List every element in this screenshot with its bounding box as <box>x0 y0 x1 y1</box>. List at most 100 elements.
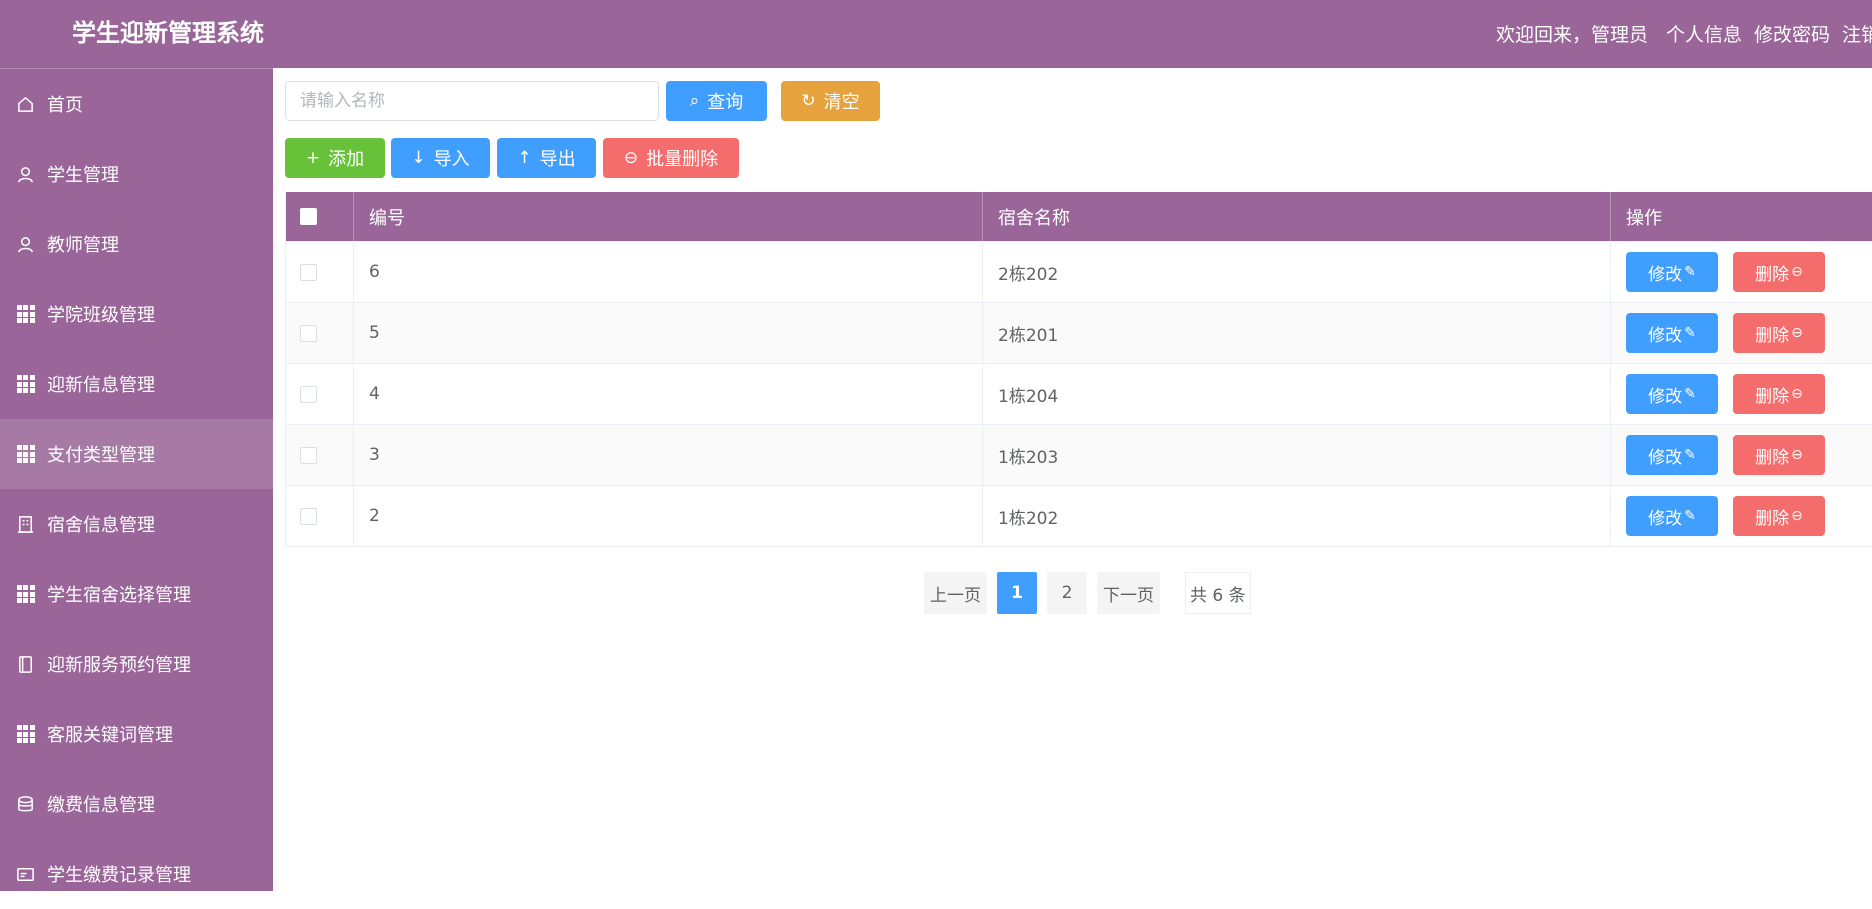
column-header-name[interactable]: 宿舍名称 <box>983 192 1611 241</box>
grid-icon <box>15 304 36 325</box>
grid-icon <box>15 584 36 605</box>
table-row: 2 1栋202 修改 ✎ 删除 ⊖ <box>286 485 1872 546</box>
sidebar-item-label: 首页 <box>47 95 83 116</box>
edit-button[interactable]: 修改 ✎ <box>1626 435 1718 475</box>
row-checkbox[interactable] <box>300 507 317 525</box>
edit-button-label: 修改 <box>1648 325 1683 346</box>
sidebar-item-fees[interactable]: 缴费信息管理 <box>0 769 273 839</box>
row-checkbox[interactable] <box>300 324 317 342</box>
sidebar-item-students[interactable]: 学生管理 <box>0 139 273 209</box>
notebook-icon <box>15 654 36 675</box>
export-button-label: 导出 <box>539 149 576 170</box>
table-row: 3 1栋203 修改 ✎ 删除 ⊖ <box>286 424 1872 485</box>
row-checkbox[interactable] <box>300 263 317 281</box>
import-button-label: 导入 <box>433 149 470 170</box>
import-button[interactable]: ↓ 导入 <box>391 138 490 178</box>
clear-button[interactable]: ↻ 清空 <box>781 81 880 121</box>
edit-button-label: 修改 <box>1648 508 1683 529</box>
sidebar-item-payment-types[interactable]: 支付类型管理 <box>0 419 273 489</box>
arrow-down-icon: ↓ <box>411 148 426 168</box>
batch-delete-button[interactable]: ⊖ 批量删除 <box>603 138 739 178</box>
grid-icon <box>15 444 36 465</box>
sidebar-item-home[interactable]: 首页 <box>0 69 273 139</box>
delete-button[interactable]: 删除 ⊖ <box>1733 313 1825 353</box>
cell-name: 1栋202 <box>983 486 1611 546</box>
delete-button[interactable]: 删除 ⊖ <box>1733 252 1825 292</box>
edit-button[interactable]: 修改 ✎ <box>1626 313 1718 353</box>
sidebar-item-label: 宿舍信息管理 <box>47 515 155 536</box>
delete-button[interactable]: 删除 ⊖ <box>1733 435 1825 475</box>
page-button-2[interactable]: 2 <box>1047 572 1087 614</box>
next-page-button[interactable]: 下一页 <box>1097 572 1160 614</box>
sidebar-item-dormitories[interactable]: 宿舍信息管理 <box>0 489 273 559</box>
logout-link[interactable]: 注销 <box>1842 20 1872 47</box>
cell-name: 2栋202 <box>983 242 1611 302</box>
refresh-icon: ↻ <box>801 91 816 111</box>
cell-id: 3 <box>354 425 983 485</box>
sidebar-item-label: 学生缴费记录管理 <box>47 865 191 886</box>
app-title: 学生迎新管理系统 <box>72 19 264 47</box>
cell-name: 1栋204 <box>983 364 1611 424</box>
query-button[interactable]: ⌕ 查询 <box>666 81 767 121</box>
remove-circle-icon: ⊖ <box>1791 447 1803 463</box>
dormitory-table: 编号 宿舍名称 操作 6 2栋202 修改 ✎ 删除 ⊖ 5 2栋201 修改 ✎ 删… <box>285 192 1872 547</box>
user-area: 欢迎回来，管理员 个人信息 修改密码 注销 <box>1496 0 1872 66</box>
edit-button[interactable]: 修改 ✎ <box>1626 252 1718 292</box>
grid-icon <box>15 724 36 745</box>
select-all-checkbox[interactable] <box>300 208 317 225</box>
sidebar-item-label: 迎新服务预约管理 <box>47 655 191 676</box>
search-icon: ⌕ <box>689 91 700 111</box>
remove-circle-icon: ⊖ <box>1791 325 1803 341</box>
search-input[interactable] <box>285 81 659 121</box>
sidebar-item-payment-records[interactable]: 学生缴费记录管理 <box>0 839 273 909</box>
delete-button-label: 删除 <box>1755 508 1790 529</box>
card-icon <box>15 864 36 885</box>
page-button-1[interactable]: 1 <box>997 572 1037 614</box>
delete-button[interactable]: 删除 ⊖ <box>1733 496 1825 536</box>
export-button[interactable]: ↑ 导出 <box>497 138 596 178</box>
prev-page-button[interactable]: 上一页 <box>924 572 987 614</box>
column-header-id[interactable]: 编号 <box>354 192 983 241</box>
row-checkbox[interactable] <box>300 385 317 403</box>
total-count: 共 6 条 <box>1185 572 1251 614</box>
cell-id: 2 <box>354 486 983 546</box>
edit-button-label: 修改 <box>1648 264 1683 285</box>
sidebar-item-label: 客服关键词管理 <box>47 725 173 746</box>
add-button[interactable]: + 添加 <box>285 138 385 178</box>
profile-link[interactable]: 个人信息 <box>1666 20 1742 47</box>
edit-icon: ✎ <box>1684 447 1696 463</box>
row-checkbox[interactable] <box>300 446 317 464</box>
delete-button-label: 删除 <box>1755 264 1790 285</box>
sidebar-item-label: 学院班级管理 <box>47 305 155 326</box>
sidebar-item-teachers[interactable]: 教师管理 <box>0 209 273 279</box>
edit-button[interactable]: 修改 ✎ <box>1626 374 1718 414</box>
batch-delete-button-label: 批量删除 <box>646 149 719 170</box>
sidebar-item-colleges[interactable]: 学院班级管理 <box>0 279 273 349</box>
cell-name: 2栋201 <box>983 303 1611 363</box>
sidebar-item-dorm-selection[interactable]: 学生宿舍选择管理 <box>0 559 273 629</box>
welcome-text: 欢迎回来，管理员 <box>1495 23 1648 46</box>
user-icon <box>15 164 36 185</box>
cell-id: 6 <box>354 242 983 302</box>
edit-button-label: 修改 <box>1648 386 1683 407</box>
sidebar: 首页 学生管理 教师管理 学院班级管理 迎新信息管理 支付类型管理 宿舍信息管理… <box>0 68 273 891</box>
top-header: 学生迎新管理系统 欢迎回来，管理员 个人信息 修改密码 注销 <box>0 0 1872 68</box>
delete-button[interactable]: 删除 ⊖ <box>1733 374 1825 414</box>
cell-id: 4 <box>354 364 983 424</box>
clear-button-label: 清空 <box>823 92 860 113</box>
edit-button-label: 修改 <box>1648 447 1683 468</box>
main-content: ⌕ 查询 ↻ 清空 + 添加 ↓ 导入 ↑ 导出 ⊖ 批量删除 编号 宿舍名称 … <box>273 68 1872 891</box>
building-icon <box>15 514 36 535</box>
change-password-link[interactable]: 修改密码 <box>1754 20 1830 47</box>
sidebar-item-service-booking[interactable]: 迎新服务预约管理 <box>0 629 273 699</box>
remove-circle-icon: ⊖ <box>1791 508 1803 524</box>
edit-button[interactable]: 修改 ✎ <box>1626 496 1718 536</box>
add-button-label: 添加 <box>328 149 365 170</box>
table-row: 4 1栋204 修改 ✎ 删除 ⊖ <box>286 363 1872 424</box>
sidebar-item-welcome-info[interactable]: 迎新信息管理 <box>0 349 273 419</box>
grid-icon <box>15 374 36 395</box>
sidebar-item-label: 教师管理 <box>47 235 119 256</box>
table-row: 5 2栋201 修改 ✎ 删除 ⊖ <box>286 302 1872 363</box>
sidebar-item-label: 学生管理 <box>47 165 119 186</box>
sidebar-item-keywords[interactable]: 客服关键词管理 <box>0 699 273 769</box>
